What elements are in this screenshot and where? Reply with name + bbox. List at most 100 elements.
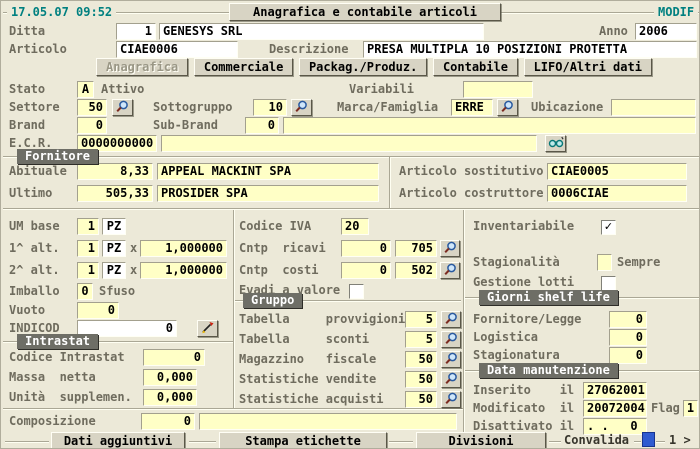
um-base-label: UM base (9, 218, 60, 235)
statistiche-acquisti-label: Statistiche acquisti (239, 391, 384, 408)
um-base-um-field[interactable]: PZ (102, 218, 126, 235)
sottogruppo-label: Sottogruppo (153, 99, 232, 116)
cntp-costi-conto-field[interactable]: 0 (341, 262, 391, 279)
dati-aggiuntivi-button[interactable]: Dati aggiuntivi (51, 432, 185, 449)
ecr-search-button[interactable] (545, 135, 566, 152)
um-alt1-um-field[interactable]: PZ (102, 240, 126, 257)
statistiche-acquisti-lookup-button[interactable] (441, 391, 461, 408)
vuoto-field[interactable]: 0 (77, 302, 119, 319)
sottogruppo-lookup-button[interactable] (291, 99, 312, 116)
statistiche-acquisti-field[interactable]: 50 (405, 391, 437, 408)
variabili-field[interactable] (463, 81, 533, 98)
footer-line-1 (5, 441, 49, 442)
convalida-groove-right (656, 441, 665, 442)
flag-field[interactable]: 1 (683, 400, 698, 417)
magazzino-fiscale-label: Magazzino fiscale (239, 351, 376, 368)
cntp-ricavi-sottoconto-field[interactable]: 705 (395, 240, 437, 257)
articolo-sostitutivo-field[interactable]: CIAE0005 (547, 163, 687, 180)
um-alt1-x-label: x (130, 240, 137, 257)
um-alt1-fattore-field[interactable]: 1,000000 (140, 240, 227, 257)
um-alt2-um-field[interactable]: PZ (102, 262, 126, 279)
settore-field[interactable]: 50 (77, 99, 107, 116)
um-alt1-qta-field[interactable]: 1 (77, 240, 99, 257)
cntp-ricavi-label: Cntp ricavi (239, 240, 326, 257)
tab-contabile[interactable]: Contabile (433, 58, 518, 76)
cntp-costi-sottoconto-field[interactable]: 502 (395, 262, 437, 279)
massa-netta-field[interactable]: 0,000 (143, 369, 197, 386)
ditta-code-field[interactable]: 1 (116, 23, 156, 40)
articolo-label: Articolo (9, 41, 67, 58)
stagionatura-field[interactable]: 0 (609, 347, 647, 364)
articolo-code-field[interactable]: CIAE0006 (116, 41, 238, 58)
unita-supplementari-field[interactable]: 0,000 (143, 389, 197, 406)
shelf-life-group-title: Giorni shelf life (479, 290, 618, 305)
tabella-provvigioni-label: Tabella provvigioni (239, 311, 405, 328)
sub-brand-field[interactable]: 0 (245, 117, 279, 134)
convalida-groove-left (634, 441, 641, 442)
marca-lookup-button[interactable] (497, 99, 518, 116)
um-alt2-fattore-field[interactable]: 1,000000 (140, 262, 227, 279)
codice-intrastat-field[interactable]: 0 (143, 349, 205, 366)
evadi-a-valore-checkbox[interactable] (349, 284, 364, 299)
logistica-field[interactable]: 0 (609, 329, 647, 346)
cntp-costi-label: Cntp costi (239, 262, 318, 279)
magnifier-icon (444, 392, 459, 408)
tab-packag-produz[interactable]: Packag./Produz. (299, 58, 427, 76)
tabella-sconti-field[interactable]: 5 (405, 331, 437, 348)
tabella-provvigioni-field[interactable]: 5 (405, 311, 437, 328)
statistiche-vendite-lookup-button[interactable] (441, 371, 461, 388)
stampa-etichette-button[interactable]: Stampa etichette (219, 432, 387, 449)
divisioni-button[interactable]: Divisioni (416, 432, 546, 449)
ecr-desc-field[interactable] (161, 135, 537, 152)
fornitore-legge-field[interactable]: 0 (609, 311, 647, 328)
cntp-ricavi-lookup-button[interactable] (440, 240, 460, 257)
marca-famiglia-field[interactable]: ERRE (451, 99, 493, 116)
ditta-name-field[interactable]: GENESYS SRL (159, 23, 484, 40)
composizione-desc-field[interactable] (199, 413, 457, 430)
anno-label: Anno (599, 23, 628, 40)
fornitore-abituale-nome-field[interactable]: APPEAL MACKINT SPA (157, 163, 379, 180)
settore-lookup-button[interactable] (112, 99, 133, 116)
magazzino-fiscale-lookup-button[interactable] (441, 351, 461, 368)
brand-desc-field[interactable] (283, 117, 696, 134)
gestione-lotti-checkbox[interactable] (601, 276, 616, 291)
tab-commerciale[interactable]: Commerciale (194, 58, 293, 76)
ubicazione-field[interactable] (611, 99, 696, 116)
descrizione-field[interactable]: PRESA MULTIPLA 10 POSIZIONI PROTETTA (363, 41, 697, 58)
fornitore-abituale-code-field[interactable]: 8,33 (77, 163, 153, 180)
convalida-slider[interactable] (642, 432, 655, 447)
cntp-costi-lookup-button[interactable] (440, 262, 460, 279)
sottogruppo-field[interactable]: 10 (253, 99, 287, 116)
stato-desc: Attivo (101, 81, 144, 98)
stato-field[interactable]: A (77, 81, 94, 98)
modificato-field[interactable]: 20072004 (583, 400, 647, 417)
indicod-edit-button[interactable] (197, 320, 218, 337)
record-pager[interactable]: 1 > (669, 432, 691, 449)
articolo-costruttore-label: Articolo costruttore (399, 185, 544, 202)
cntp-ricavi-conto-field[interactable]: 0 (341, 240, 391, 257)
codice-iva-field[interactable]: 20 (341, 218, 369, 235)
tabella-provvigioni-lookup-button[interactable] (441, 311, 461, 328)
settore-label: Settore (9, 99, 60, 116)
tab-lifo-altri-dati[interactable]: LIFO/Altri dati (524, 58, 652, 76)
footer-line-4 (549, 441, 561, 442)
anno-field[interactable]: 2006 (635, 23, 697, 40)
tab-anagrafica[interactable]: Anagrafica (96, 58, 188, 76)
inserito-field[interactable]: 27062001 (583, 382, 647, 399)
magazzino-fiscale-field[interactable]: 50 (405, 351, 437, 368)
main-section-divider (3, 208, 699, 209)
flag-label: Flag (651, 400, 680, 417)
articolo-costruttore-field[interactable]: 0006CIAE (547, 185, 687, 202)
imballo-field[interactable]: 0 (77, 283, 93, 300)
inventariabile-checkbox[interactable]: ✓ (601, 220, 616, 235)
um-alt2-qta-field[interactable]: 1 (77, 262, 99, 279)
statistiche-vendite-field[interactable]: 50 (405, 371, 437, 388)
stagionalita-field[interactable] (597, 254, 612, 271)
datetime-display: 17.05.07 09:52 (7, 5, 116, 20)
um-base-qta-field[interactable]: 1 (77, 218, 99, 235)
tabella-sconti-lookup-button[interactable] (441, 331, 461, 348)
composizione-field[interactable]: 0 (141, 413, 195, 430)
fornitore-ultimo-nome-field[interactable]: PROSIDER SPA (157, 185, 379, 202)
brand-field[interactable]: 0 (77, 117, 107, 134)
fornitore-ultimo-code-field[interactable]: 505,33 (77, 185, 153, 202)
